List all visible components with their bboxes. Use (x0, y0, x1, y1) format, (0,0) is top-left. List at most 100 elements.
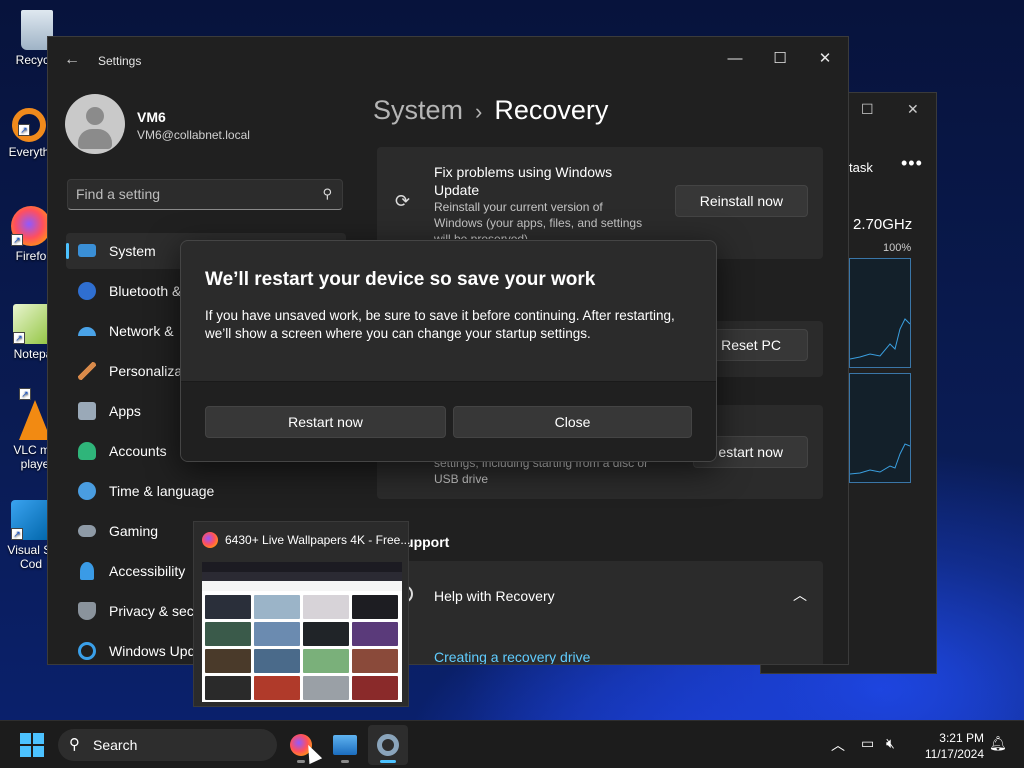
dialog-title: We’ll restart your device so save your w… (205, 269, 596, 290)
reinstall-now-button[interactable]: Reinstall now (674, 185, 808, 217)
run-task-button[interactable]: task (849, 160, 873, 175)
shortcut-arrow-icon: ↗ (19, 388, 31, 400)
wifi-icon (78, 327, 96, 336)
help-title: Help with Recovery (434, 588, 555, 604)
firefox-icon: ↗ (11, 206, 51, 246)
nav-item-label: Windows Upd (109, 643, 196, 659)
wallpaper-tile (205, 595, 251, 619)
everything-search-icon: ↗ (12, 108, 46, 142)
nav-item-label: Privacy & secu (109, 603, 202, 619)
find-setting-search[interactable]: ⚲ (67, 179, 343, 210)
system-clock[interactable]: 3:21 PM 11/17/2024 (914, 730, 984, 762)
search-icon[interactable]: ⚲ (322, 186, 332, 202)
chevron-up-icon[interactable]: ︿ (793, 585, 807, 605)
wallpaper-tile (205, 649, 251, 673)
chevron-up-icon[interactable]: ︿ (831, 735, 845, 755)
taskbar-search[interactable]: ⚲ Search (58, 729, 277, 761)
taskbar-search-label: Search (93, 737, 138, 753)
apps-grid-icon (78, 402, 96, 420)
windows-start-icon[interactable] (20, 733, 44, 757)
avatar-body (78, 129, 112, 149)
user-name: VM6 (137, 109, 166, 125)
card-description: Reinstall your current version of Window… (434, 200, 643, 239)
vscode-icon: ↗ (11, 500, 51, 540)
search-input[interactable] (68, 180, 308, 208)
gear-icon (377, 734, 399, 756)
dialog-body: If you have unsaved work, be sure to sav… (205, 308, 675, 341)
cpu-speed: 2.70GHz (853, 216, 913, 233)
task-manager-icon (333, 735, 357, 755)
nav-item-label: Personalizat (109, 363, 187, 379)
back-arrow-icon[interactable]: ← (64, 51, 80, 69)
firefox-icon (202, 532, 218, 548)
maximize-icon[interactable]: ☐ (861, 101, 874, 118)
close-dialog-button[interactable]: Close (453, 406, 692, 438)
wallpaper-tile (352, 676, 398, 700)
running-indicator (380, 760, 396, 763)
nav-item-label: Network & (109, 323, 174, 339)
accessibility-icon (80, 562, 94, 580)
restart-now-button[interactable]: Restart now (205, 406, 446, 438)
gamepad-icon (78, 525, 96, 537)
close-button[interactable]: ✕ (805, 45, 845, 73)
account-person-icon (78, 442, 96, 460)
browser-url-bar (202, 572, 402, 581)
nav-item-label: System (109, 243, 156, 259)
taskbar-settings[interactable] (368, 725, 408, 765)
nav-item-label: Apps (109, 403, 141, 419)
avatar-head (86, 107, 104, 125)
active-indicator (66, 243, 69, 259)
firefox-thumbnail-preview[interactable]: 6430+ Live Wallpapers 4K - Free... (193, 521, 410, 707)
shield-icon (78, 602, 96, 620)
site-nav-bar (202, 581, 402, 591)
browser-tab-bar (202, 562, 402, 572)
card-title: Fix problems using Windows Update (434, 164, 613, 198)
globe-clock-icon (78, 482, 96, 500)
more-options-icon[interactable]: ••• (901, 153, 923, 174)
cpu-graph-line (849, 443, 911, 475)
maximize-button[interactable]: ☐ (760, 45, 800, 73)
network-icon[interactable]: ▭ (861, 735, 874, 752)
shortcut-arrow-icon: ↗ (13, 332, 25, 344)
page-title: Recovery (494, 95, 609, 125)
user-email: VM6@collabnet.local (137, 128, 250, 142)
notification-bell-icon[interactable]: 🔔︎ (989, 735, 1007, 752)
wallpaper-tile (254, 676, 300, 700)
wallpaper-tile (254, 649, 300, 673)
system-monitor-icon (78, 244, 96, 257)
search-icon: ⚲ (69, 736, 80, 753)
wallpaper-tile (205, 622, 251, 646)
nav-item-label: Accessibility (109, 563, 186, 579)
minimize-button[interactable]: — (715, 45, 755, 73)
wallpaper-tile (303, 622, 349, 646)
nav-item-label: Time & language (109, 483, 215, 499)
cpu-percent-label: 100% (883, 242, 912, 254)
paintbrush-icon (78, 362, 96, 380)
nav-item-time-language[interactable]: Time & language (66, 473, 346, 509)
wallpaper-grid (202, 591, 402, 702)
breadcrumb-parent[interactable]: System (373, 95, 463, 125)
wallpaper-tile (352, 649, 398, 673)
close-icon[interactable]: ✕ (907, 101, 919, 118)
breadcrumb-separator: › (475, 99, 483, 124)
avatar[interactable] (65, 94, 125, 154)
shortcut-arrow-icon: ↗ (11, 528, 23, 540)
title-bar[interactable]: ← Settings — ☐ ✕ (48, 37, 848, 81)
cpu-graph-line (849, 318, 911, 360)
recovery-drive-link[interactable]: Creating a recovery drive (434, 649, 590, 664)
nav-item-label: Accounts (109, 443, 167, 459)
help-recovery-card[interactable]: Help with Recovery ︿ Creating a recovery… (377, 561, 823, 664)
cpu-graph (849, 373, 911, 483)
wallpaper-tile (205, 676, 251, 700)
taskbar: ⚲ Search ︿ ▭ 🔇︎ 3:21 PM 11/17/2024 🔔︎ (0, 720, 1024, 768)
nav-item-label: Bluetooth & (109, 283, 182, 299)
app-title: Settings (98, 54, 142, 68)
shortcut-arrow-icon: ↗ (18, 124, 30, 136)
running-indicator (297, 760, 305, 763)
thumbnail-image[interactable] (202, 562, 402, 702)
bluetooth-icon (78, 282, 96, 300)
nav-item-label: Gaming (109, 523, 159, 539)
volume-muted-icon[interactable]: 🔇︎ (886, 735, 895, 752)
clock-time: 3:21 PM (939, 731, 984, 745)
taskbar-task-manager[interactable] (325, 725, 365, 765)
